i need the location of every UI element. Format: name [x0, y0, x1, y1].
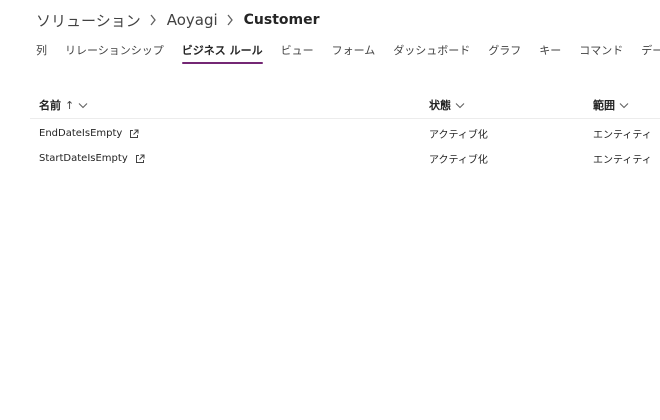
column-header-name-label: 名前 — [39, 99, 61, 112]
page: ソリューション Aoyagi Customer 列 リレーションシップ ビジネス… — [0, 0, 660, 420]
row-status-cell: アクティブ化 — [429, 130, 488, 141]
open-in-new-window-icon[interactable] — [129, 129, 139, 139]
chevron-down-icon — [78, 102, 88, 109]
chevron-right-icon — [226, 13, 236, 27]
tab-commands[interactable]: コマンド — [579, 40, 623, 62]
breadcrumb-item-solution[interactable]: Aoyagi — [167, 11, 218, 29]
chevron-down-icon — [455, 102, 465, 109]
chevron-down-icon — [619, 102, 629, 109]
column-header-scope[interactable]: 範囲 — [593, 92, 629, 118]
tab-business-rules[interactable]: ビジネス ルール — [181, 40, 263, 64]
row-name-cell: StartDateIsEmpty — [39, 146, 145, 171]
breadcrumb: ソリューション Aoyagi Customer — [36, 9, 320, 31]
tab-keys[interactable]: キー — [539, 40, 561, 62]
column-header-status[interactable]: 状態 — [429, 92, 465, 118]
column-header-scope-label: 範囲 — [593, 99, 615, 112]
breadcrumb-item-table: Customer — [243, 12, 320, 28]
table-row[interactable]: StartDateIsEmpty アクティブ化 エンティティ — [30, 146, 660, 171]
row-status-cell: アクティブ化 — [429, 155, 488, 166]
sort-indicator: ↑ — [65, 98, 75, 112]
row-scope-cell: エンティティ — [593, 155, 652, 166]
open-in-new-window-icon[interactable] — [135, 154, 145, 164]
chevron-right-icon — [149, 13, 159, 27]
tab-relationships[interactable]: リレーションシップ — [65, 40, 164, 62]
tab-columns[interactable]: 列 — [36, 40, 47, 62]
tab-data[interactable]: データ — [641, 40, 660, 62]
breadcrumb-item-solutions[interactable]: ソリューション — [36, 10, 141, 31]
tab-views[interactable]: ビュー — [281, 40, 314, 62]
column-header-status-label: 状態 — [429, 99, 451, 112]
tab-bar: 列 リレーションシップ ビジネス ルール ビュー フォーム ダッシュボード グラ… — [36, 40, 660, 64]
business-rules-grid: 名前 ↑ 状態 範囲 EndDateIsEmpty アクティブ化 エンティティ … — [30, 92, 660, 171]
tab-forms[interactable]: フォーム — [332, 40, 376, 62]
business-rule-link[interactable]: EndDateIsEmpty — [39, 128, 122, 139]
business-rule-link[interactable]: StartDateIsEmpty — [39, 153, 128, 164]
grid-header: 名前 ↑ 状態 範囲 — [30, 92, 660, 119]
tab-dashboards[interactable]: ダッシュボード — [393, 40, 470, 62]
tab-charts[interactable]: グラフ — [488, 40, 521, 62]
column-header-name[interactable]: 名前 ↑ — [39, 92, 88, 118]
row-scope-cell: エンティティ — [593, 130, 652, 141]
table-row[interactable]: EndDateIsEmpty アクティブ化 エンティティ — [30, 121, 660, 146]
row-name-cell: EndDateIsEmpty — [39, 121, 139, 146]
sort-ascending-icon: ↑ — [65, 99, 74, 112]
